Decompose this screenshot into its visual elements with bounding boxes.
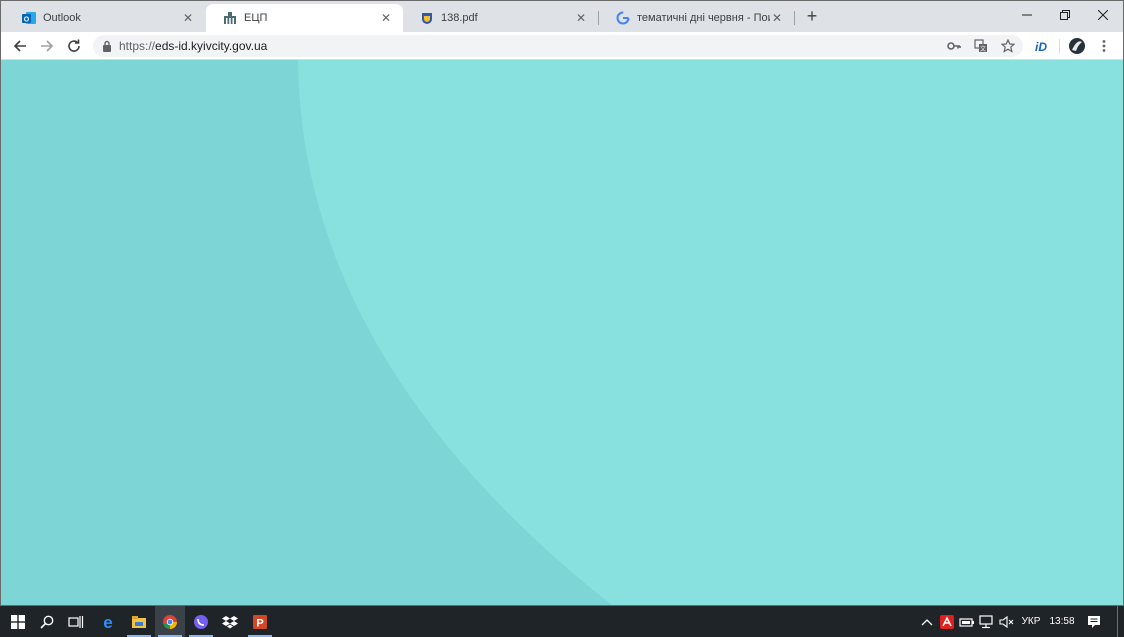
svg-text:P: P <box>256 617 263 629</box>
network-icon <box>979 614 993 628</box>
volume-muted-icon <box>999 615 1014 628</box>
close-icon[interactable]: ✕ <box>770 11 784 25</box>
viber-icon <box>194 614 208 629</box>
url-host: eds-id.kyivcity.gov.ua <box>155 39 268 53</box>
url-text: https://eds-id.kyivcity.gov.ua <box>119 39 267 53</box>
tab-title: тематичні дні червня - Поиск в <box>637 12 770 24</box>
taskbar-presentation-app[interactable]: P <box>245 606 275 637</box>
search-icon <box>40 615 54 629</box>
svg-text:e: e <box>103 614 112 630</box>
chevron-up-icon <box>921 618 933 625</box>
taskbar-file-explorer[interactable] <box>124 606 154 637</box>
start-button[interactable] <box>3 606 33 637</box>
tab-separator <box>794 11 795 25</box>
tray-overflow-button[interactable] <box>918 606 936 637</box>
taskbar: e P УКР 13:58 <box>0 606 1124 637</box>
taskbar-chrome[interactable] <box>155 606 185 637</box>
key-icon[interactable] <box>945 37 963 55</box>
url-scheme: https:// <box>119 39 156 53</box>
tab-outlook[interactable]: O Outlook ✕ <box>5 4 205 32</box>
task-view-button[interactable] <box>61 606 91 637</box>
svg-text:O: O <box>24 17 30 24</box>
tab-strip: O Outlook ✕ ЕЦП ✕ 138.pdf ✕ тематичні дн… <box>1 1 1123 32</box>
page-content <box>1 60 1123 605</box>
toolbar-divider <box>1059 39 1060 53</box>
notification-icon <box>1088 615 1100 628</box>
id-extension-icon: iD <box>1035 40 1047 53</box>
restore-button[interactable] <box>1047 1 1083 29</box>
minimize-button[interactable] <box>1009 1 1045 29</box>
kebab-menu-icon <box>1102 40 1106 52</box>
dropbox-icon <box>222 615 238 628</box>
close-icon[interactable]: ✕ <box>181 11 195 25</box>
menu-button[interactable] <box>1093 35 1115 57</box>
arrow-right-icon <box>41 40 54 52</box>
antivirus-icon <box>940 614 954 629</box>
close-window-button[interactable] <box>1085 1 1121 29</box>
edge-icon: e <box>103 614 112 630</box>
tab-title: Outlook <box>43 12 81 24</box>
search-button[interactable] <box>32 606 62 637</box>
back-button[interactable] <box>9 35 31 57</box>
restore-icon <box>1060 10 1070 20</box>
taskbar-viber[interactable] <box>186 606 216 637</box>
kyiv-building-icon <box>222 10 238 26</box>
reload-icon <box>68 39 80 52</box>
google-icon <box>615 10 631 26</box>
windows-logo-icon <box>11 614 25 629</box>
language-indicator[interactable]: УКР <box>1018 606 1044 637</box>
background-arc <box>298 60 1123 605</box>
close-icon <box>1098 10 1108 20</box>
id-extension-button[interactable]: iD <box>1030 35 1052 57</box>
close-icon[interactable]: ✕ <box>379 11 393 25</box>
star-icon[interactable] <box>999 37 1017 55</box>
svg-text:iD: iD <box>1035 40 1047 53</box>
profile-avatar[interactable] <box>1066 35 1088 57</box>
tab-ecp[interactable]: ЕЦП ✕ <box>206 4 403 32</box>
tray-battery[interactable] <box>957 606 977 637</box>
browser-toolbar: https://eds-id.kyivcity.gov.ua 文 iD <box>1 32 1123 60</box>
shield-crest-icon <box>419 10 435 26</box>
minimize-icon <box>1022 14 1032 16</box>
tray-network[interactable] <box>977 606 997 637</box>
avatar-icon <box>1069 38 1085 54</box>
translate-icon[interactable]: 文 <box>972 37 990 55</box>
tray-volume[interactable] <box>997 606 1017 637</box>
outlook-icon: O <box>21 10 37 26</box>
presentation-app-icon: P <box>253 614 267 629</box>
address-bar[interactable]: https://eds-id.kyivcity.gov.ua 文 <box>93 35 1023 57</box>
new-tab-button[interactable]: + <box>801 6 823 28</box>
clock[interactable]: 13:58 <box>1046 606 1078 637</box>
show-desktop-divider[interactable] <box>1117 606 1118 637</box>
svg-text:文: 文 <box>980 45 986 53</box>
tray-antivirus[interactable] <box>937 606 957 637</box>
forward-button[interactable] <box>36 35 58 57</box>
close-icon[interactable]: ✕ <box>574 11 588 25</box>
lock-icon <box>103 40 111 52</box>
browser-window: O Outlook ✕ ЕЦП ✕ 138.pdf ✕ тематичні дн… <box>0 0 1124 606</box>
action-center-button[interactable] <box>1082 606 1106 637</box>
arrow-left-icon <box>13 40 26 52</box>
tab-title: 138.pdf <box>441 12 478 24</box>
tab-pdf[interactable]: 138.pdf ✕ <box>403 4 598 32</box>
task-view-icon <box>68 615 84 628</box>
tab-title: ЕЦП <box>244 12 268 24</box>
folder-icon <box>132 615 146 628</box>
taskbar-dropbox[interactable] <box>215 606 245 637</box>
chrome-icon <box>163 614 177 629</box>
taskbar-edge[interactable]: e <box>93 606 123 637</box>
reload-button[interactable] <box>63 35 85 57</box>
tab-google-search[interactable]: тематичні дні червня - Поиск в ✕ <box>599 4 794 32</box>
battery-icon <box>959 617 974 627</box>
